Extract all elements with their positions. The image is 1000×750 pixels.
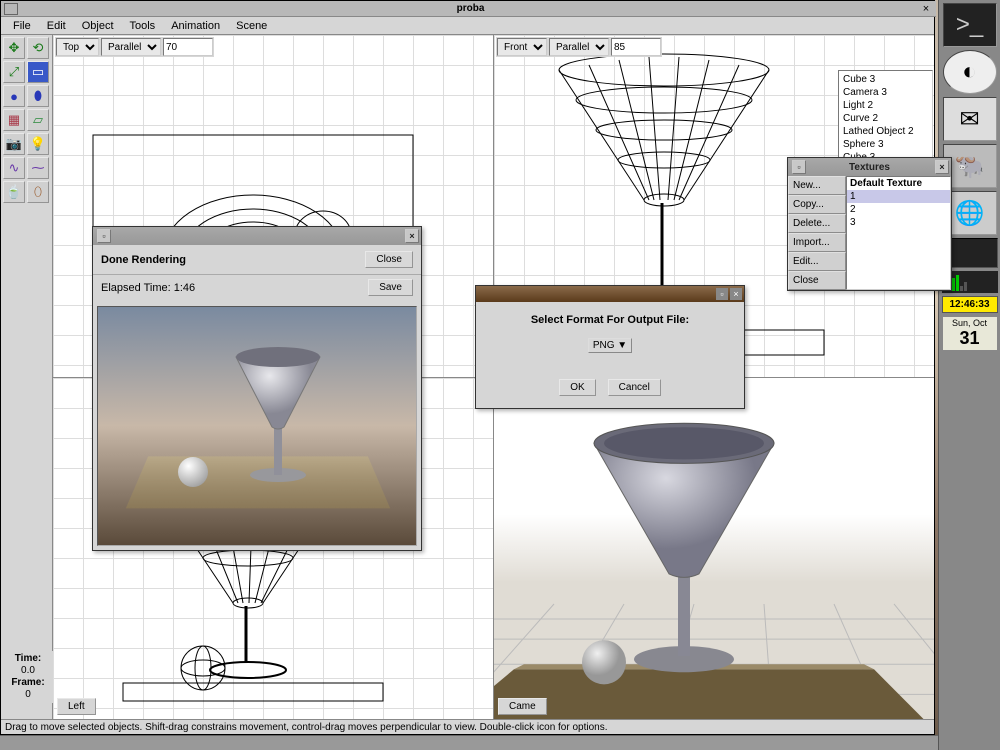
- render-window[interactable]: ▫ × Done Rendering Close Elapsed Time: 1…: [92, 226, 422, 551]
- textures-title: Textures: [806, 162, 933, 173]
- curve-tool-icon[interactable]: ∿: [3, 157, 25, 179]
- rotate-tool-icon[interactable]: ⟲: [27, 37, 49, 59]
- view-select-front[interactable]: Front: [497, 38, 547, 56]
- textures-window[interactable]: ▫ Textures × New... Copy... Delete... Im…: [787, 157, 952, 291]
- cube-tool-icon[interactable]: ▭: [27, 61, 49, 83]
- menu-object[interactable]: Object: [74, 19, 122, 32]
- list-item[interactable]: 3: [847, 216, 950, 229]
- list-item[interactable]: Light 2: [841, 99, 930, 112]
- ok-button[interactable]: OK: [559, 379, 595, 396]
- import-button[interactable]: Import...: [788, 233, 846, 252]
- delete-button[interactable]: Delete...: [788, 214, 846, 233]
- close-button[interactable]: Close: [365, 251, 413, 268]
- curve2-tool-icon[interactable]: ⁓: [27, 157, 49, 179]
- format-select[interactable]: PNG ▼: [588, 338, 632, 353]
- window-titlebar[interactable]: proba ×: [1, 1, 936, 17]
- window-icon[interactable]: ▫: [792, 160, 806, 174]
- min-icon[interactable]: ▫: [716, 288, 728, 300]
- status-hint: Drag to move selected objects. Shift-dra…: [5, 722, 608, 733]
- toolbox: ✥⟲ ⤢▭ ●⬮ ▦▱ 📷💡 ∿⁓ 🍵⬯: [1, 35, 53, 719]
- menu-tools[interactable]: Tools: [122, 19, 164, 32]
- list-item[interactable]: Default Texture: [847, 177, 950, 190]
- mesh-tool-icon[interactable]: ▦: [3, 109, 25, 131]
- render-titlebar[interactable]: ▫ ×: [93, 227, 421, 245]
- menubar: File Edit Object Tools Animation Scene: [1, 17, 934, 35]
- window-title: proba: [22, 3, 919, 14]
- move-tool-icon[interactable]: ✥: [3, 37, 25, 59]
- sphere-tool-icon[interactable]: ●: [3, 85, 25, 107]
- proj-select-front[interactable]: Parallel: [549, 38, 609, 56]
- viewport-label-camera: Came: [498, 698, 547, 715]
- time-frame-display: Time: 0.0 Frame: 0: [3, 651, 53, 703]
- app-icon[interactable]: ◐: [943, 50, 997, 94]
- date-widget: Sun, Oct 31: [942, 316, 998, 351]
- camera-tool-icon[interactable]: 📷: [3, 133, 25, 155]
- close-icon[interactable]: ×: [405, 229, 419, 243]
- cancel-button[interactable]: Cancel: [608, 379, 661, 396]
- format-dialog[interactable]: ▫ × Select Format For Output File: PNG ▼…: [475, 285, 745, 409]
- list-item[interactable]: Cube 3: [841, 73, 930, 86]
- close-icon[interactable]: ×: [919, 2, 933, 16]
- format-prompt: Select Format For Output File:: [488, 314, 732, 326]
- window-icon[interactable]: ▫: [97, 229, 111, 243]
- render-preview: [97, 306, 417, 546]
- new-button[interactable]: New...: [788, 176, 846, 195]
- clock-widget: 12:46:33: [942, 296, 998, 313]
- menu-file[interactable]: File: [5, 19, 39, 32]
- close-icon[interactable]: ×: [730, 288, 742, 300]
- status-bar: Drag to move selected objects. Shift-dra…: [1, 719, 934, 734]
- list-item[interactable]: 2: [847, 203, 950, 216]
- poly-tool-icon[interactable]: ▱: [27, 109, 49, 131]
- list-item[interactable]: Camera 3: [841, 86, 930, 99]
- close-icon[interactable]: ×: [935, 160, 949, 174]
- desktop-taskbar[interactable]: 3: [0, 735, 1000, 750]
- list-item[interactable]: 1: [847, 190, 950, 203]
- list-item[interactable]: Curve 2: [841, 112, 930, 125]
- list-item[interactable]: Sphere 3: [841, 138, 930, 151]
- save-button[interactable]: Save: [368, 279, 413, 296]
- proj-select-top[interactable]: Parallel: [101, 38, 161, 56]
- copy-button[interactable]: Copy...: [788, 195, 846, 214]
- render-status-text: Done Rendering: [101, 254, 186, 266]
- lathe-tool-icon[interactable]: 🍵: [3, 181, 25, 203]
- zoom-input-top[interactable]: [163, 38, 213, 56]
- light-tool-icon[interactable]: 💡: [27, 133, 49, 155]
- close-button[interactable]: Close: [788, 271, 846, 290]
- window-menu-icon[interactable]: [4, 3, 18, 15]
- edit-button[interactable]: Edit...: [788, 252, 846, 271]
- render-3d: [494, 378, 934, 720]
- format-titlebar[interactable]: ▫ ×: [476, 286, 744, 302]
- elapsed-time-text: Elapsed Time: 1:46: [101, 282, 195, 294]
- menu-animation[interactable]: Animation: [163, 19, 228, 32]
- viewport-camera[interactable]: Came: [494, 378, 934, 720]
- terminal-icon[interactable]: >_: [943, 3, 997, 47]
- view-select-top[interactable]: Top: [56, 38, 99, 56]
- textures-titlebar[interactable]: ▫ Textures ×: [788, 158, 951, 176]
- scale-tool-icon[interactable]: ⤢: [3, 61, 25, 83]
- viewport-label-left: Left: [57, 698, 96, 715]
- extrude-tool-icon[interactable]: ⬯: [27, 181, 49, 203]
- menu-edit[interactable]: Edit: [39, 19, 74, 32]
- texture-list[interactable]: Default Texture 1 2 3: [846, 176, 951, 290]
- menu-scene[interactable]: Scene: [228, 19, 275, 32]
- mail-icon[interactable]: ✉: [943, 97, 997, 141]
- zoom-input-front[interactable]: [611, 38, 661, 56]
- list-item[interactable]: Lathed Object 2: [841, 125, 930, 138]
- desktop-panel: >_ ◐ ✉ 🐃 🌐 12:46:33 Sun, Oct 31: [938, 0, 1000, 750]
- cylinder-tool-icon[interactable]: ⬮: [27, 85, 49, 107]
